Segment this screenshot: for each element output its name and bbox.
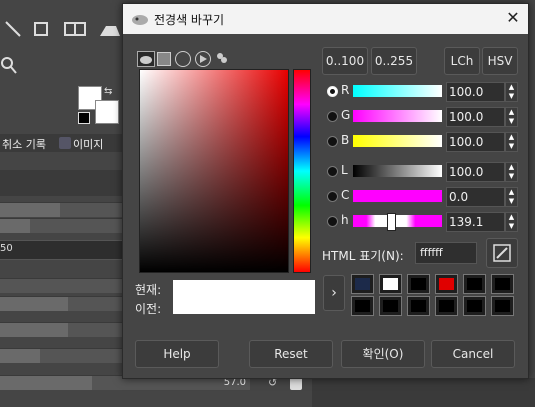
dock-slider-5[interactable]	[0, 322, 122, 337]
ok-button[interactable]: 확인(O)	[341, 340, 425, 368]
images-tab-icon	[59, 137, 71, 149]
radio-b[interactable]	[327, 136, 338, 147]
value-c[interactable]: 0.0	[446, 187, 505, 207]
color-history	[351, 274, 519, 316]
transform-tool-icon[interactable]	[64, 20, 86, 38]
gimp-selector-icon[interactable]	[137, 51, 155, 67]
slider-l[interactable]	[353, 165, 442, 177]
cancel-button[interactable]: Cancel	[431, 340, 515, 368]
history-swatch-11[interactable]	[463, 296, 486, 316]
history-swatch-2[interactable]	[379, 274, 402, 294]
slider-r[interactable]	[353, 85, 442, 97]
dock-field[interactable]: 50	[0, 240, 122, 260]
dock-slider-3[interactable]	[0, 278, 122, 293]
eyedropper-button[interactable]	[486, 238, 518, 268]
hsv-button[interactable]: HSV	[482, 47, 518, 75]
default-colors-icon[interactable]	[78, 112, 90, 124]
tool-icon-1[interactable]	[4, 20, 22, 38]
zoom-tool-icon[interactable]	[0, 55, 18, 75]
html-notation-input[interactable]: ffffff	[415, 242, 477, 264]
current-label: 현재:	[135, 283, 162, 297]
history-swatch-6[interactable]	[491, 274, 514, 294]
history-swatch-5[interactable]	[463, 274, 486, 294]
history-swatch-3[interactable]	[407, 274, 430, 294]
crop-tool-icon[interactable]	[32, 20, 50, 38]
tab-images[interactable]: 이미지	[73, 136, 103, 152]
label-c: C	[341, 188, 350, 202]
dock-panel-header	[0, 170, 122, 196]
triangle-selector-icon[interactable]	[195, 51, 211, 67]
label-h: h	[341, 213, 349, 227]
current-color-swatch	[173, 280, 315, 296]
swap-colors-icon[interactable]: ⇆	[104, 86, 112, 97]
radio-l[interactable]	[327, 166, 338, 177]
history-swatch-7[interactable]	[351, 296, 374, 316]
value-h[interactable]: 139.1	[446, 212, 505, 232]
value-g[interactable]: 100.0	[446, 107, 505, 127]
spin-b[interactable]: ▲ ▼	[505, 132, 518, 152]
canvas-area	[312, 378, 535, 407]
dock-tabs: 취소 기록 이미지	[0, 134, 122, 152]
background-color-swatch[interactable]	[95, 100, 119, 124]
dialog-title: 전경색 바꾸기	[154, 13, 225, 27]
gimp-icon	[131, 12, 149, 26]
range-255-button[interactable]: 0..255	[371, 47, 417, 75]
radio-h[interactable]	[327, 216, 338, 227]
html-notation-label: HTML 표기(N):	[322, 249, 404, 263]
dock-slider-1[interactable]	[0, 202, 122, 217]
previous-label: 이전:	[135, 302, 162, 316]
slider-g[interactable]	[353, 110, 442, 122]
hue-strip[interactable]	[293, 69, 311, 273]
history-swatch-8[interactable]	[379, 296, 402, 316]
label-l: L	[341, 163, 348, 177]
slider-b[interactable]	[353, 135, 442, 147]
spin-c[interactable]: ▲ ▼	[505, 187, 518, 207]
radio-g[interactable]	[327, 111, 338, 122]
spin-h[interactable]: ▲ ▼	[505, 212, 518, 232]
label-b: B	[341, 133, 350, 147]
wheel-selector-icon[interactable]	[175, 51, 191, 67]
history-swatch-4[interactable]	[435, 274, 458, 294]
label-g: G	[341, 108, 351, 122]
selector-tabs	[137, 51, 233, 67]
dock-slider-2[interactable]	[0, 218, 122, 233]
saturation-value-area[interactable]	[139, 69, 289, 273]
slider-h[interactable]	[353, 215, 442, 227]
dock-slider-4[interactable]	[0, 296, 122, 311]
history-swatch-10[interactable]	[435, 296, 458, 316]
spin-r[interactable]: ▲ ▼	[505, 82, 518, 102]
watercolor-selector-icon[interactable]	[215, 51, 229, 65]
history-swatch-1[interactable]	[351, 274, 374, 294]
dock-slider-6[interactable]	[0, 348, 122, 363]
history-swatch-9[interactable]	[407, 296, 430, 316]
value-l[interactable]: 100.0	[446, 162, 505, 182]
reset-button[interactable]: Reset	[249, 340, 333, 368]
previous-color-swatch	[173, 296, 315, 314]
history-swatch-12[interactable]	[491, 296, 514, 316]
value-b[interactable]: 100.0	[446, 132, 505, 152]
add-to-history-button[interactable]: ›	[323, 275, 345, 311]
lch-button[interactable]: LCh	[444, 47, 480, 75]
eyedropper-icon	[493, 244, 511, 262]
spin-l[interactable]: ▲ ▼	[505, 162, 518, 182]
range-100-button[interactable]: 0..100	[322, 47, 368, 75]
dialog-titlebar: 전경색 바꾸기 ✕	[123, 4, 528, 34]
radio-c[interactable]	[327, 191, 338, 202]
tab-undo-history[interactable]: 취소 기록	[2, 136, 46, 152]
color-dialog: 전경색 바꾸기 ✕ 0..100 0..255 LCh HSV R 100.0 …	[122, 3, 529, 379]
close-icon[interactable]: ✕	[504, 9, 522, 27]
slider-h-handle[interactable]	[387, 213, 396, 231]
help-button[interactable]: Help	[135, 340, 219, 368]
label-r: R	[341, 83, 350, 97]
spin-g[interactable]: ▲ ▼	[505, 107, 518, 127]
cmyk-selector-icon[interactable]	[157, 52, 171, 66]
slider-c[interactable]	[353, 190, 442, 202]
radio-r[interactable]	[327, 86, 338, 97]
bucket-tool-icon[interactable]	[98, 22, 120, 38]
value-r[interactable]: 100.0	[446, 82, 505, 102]
